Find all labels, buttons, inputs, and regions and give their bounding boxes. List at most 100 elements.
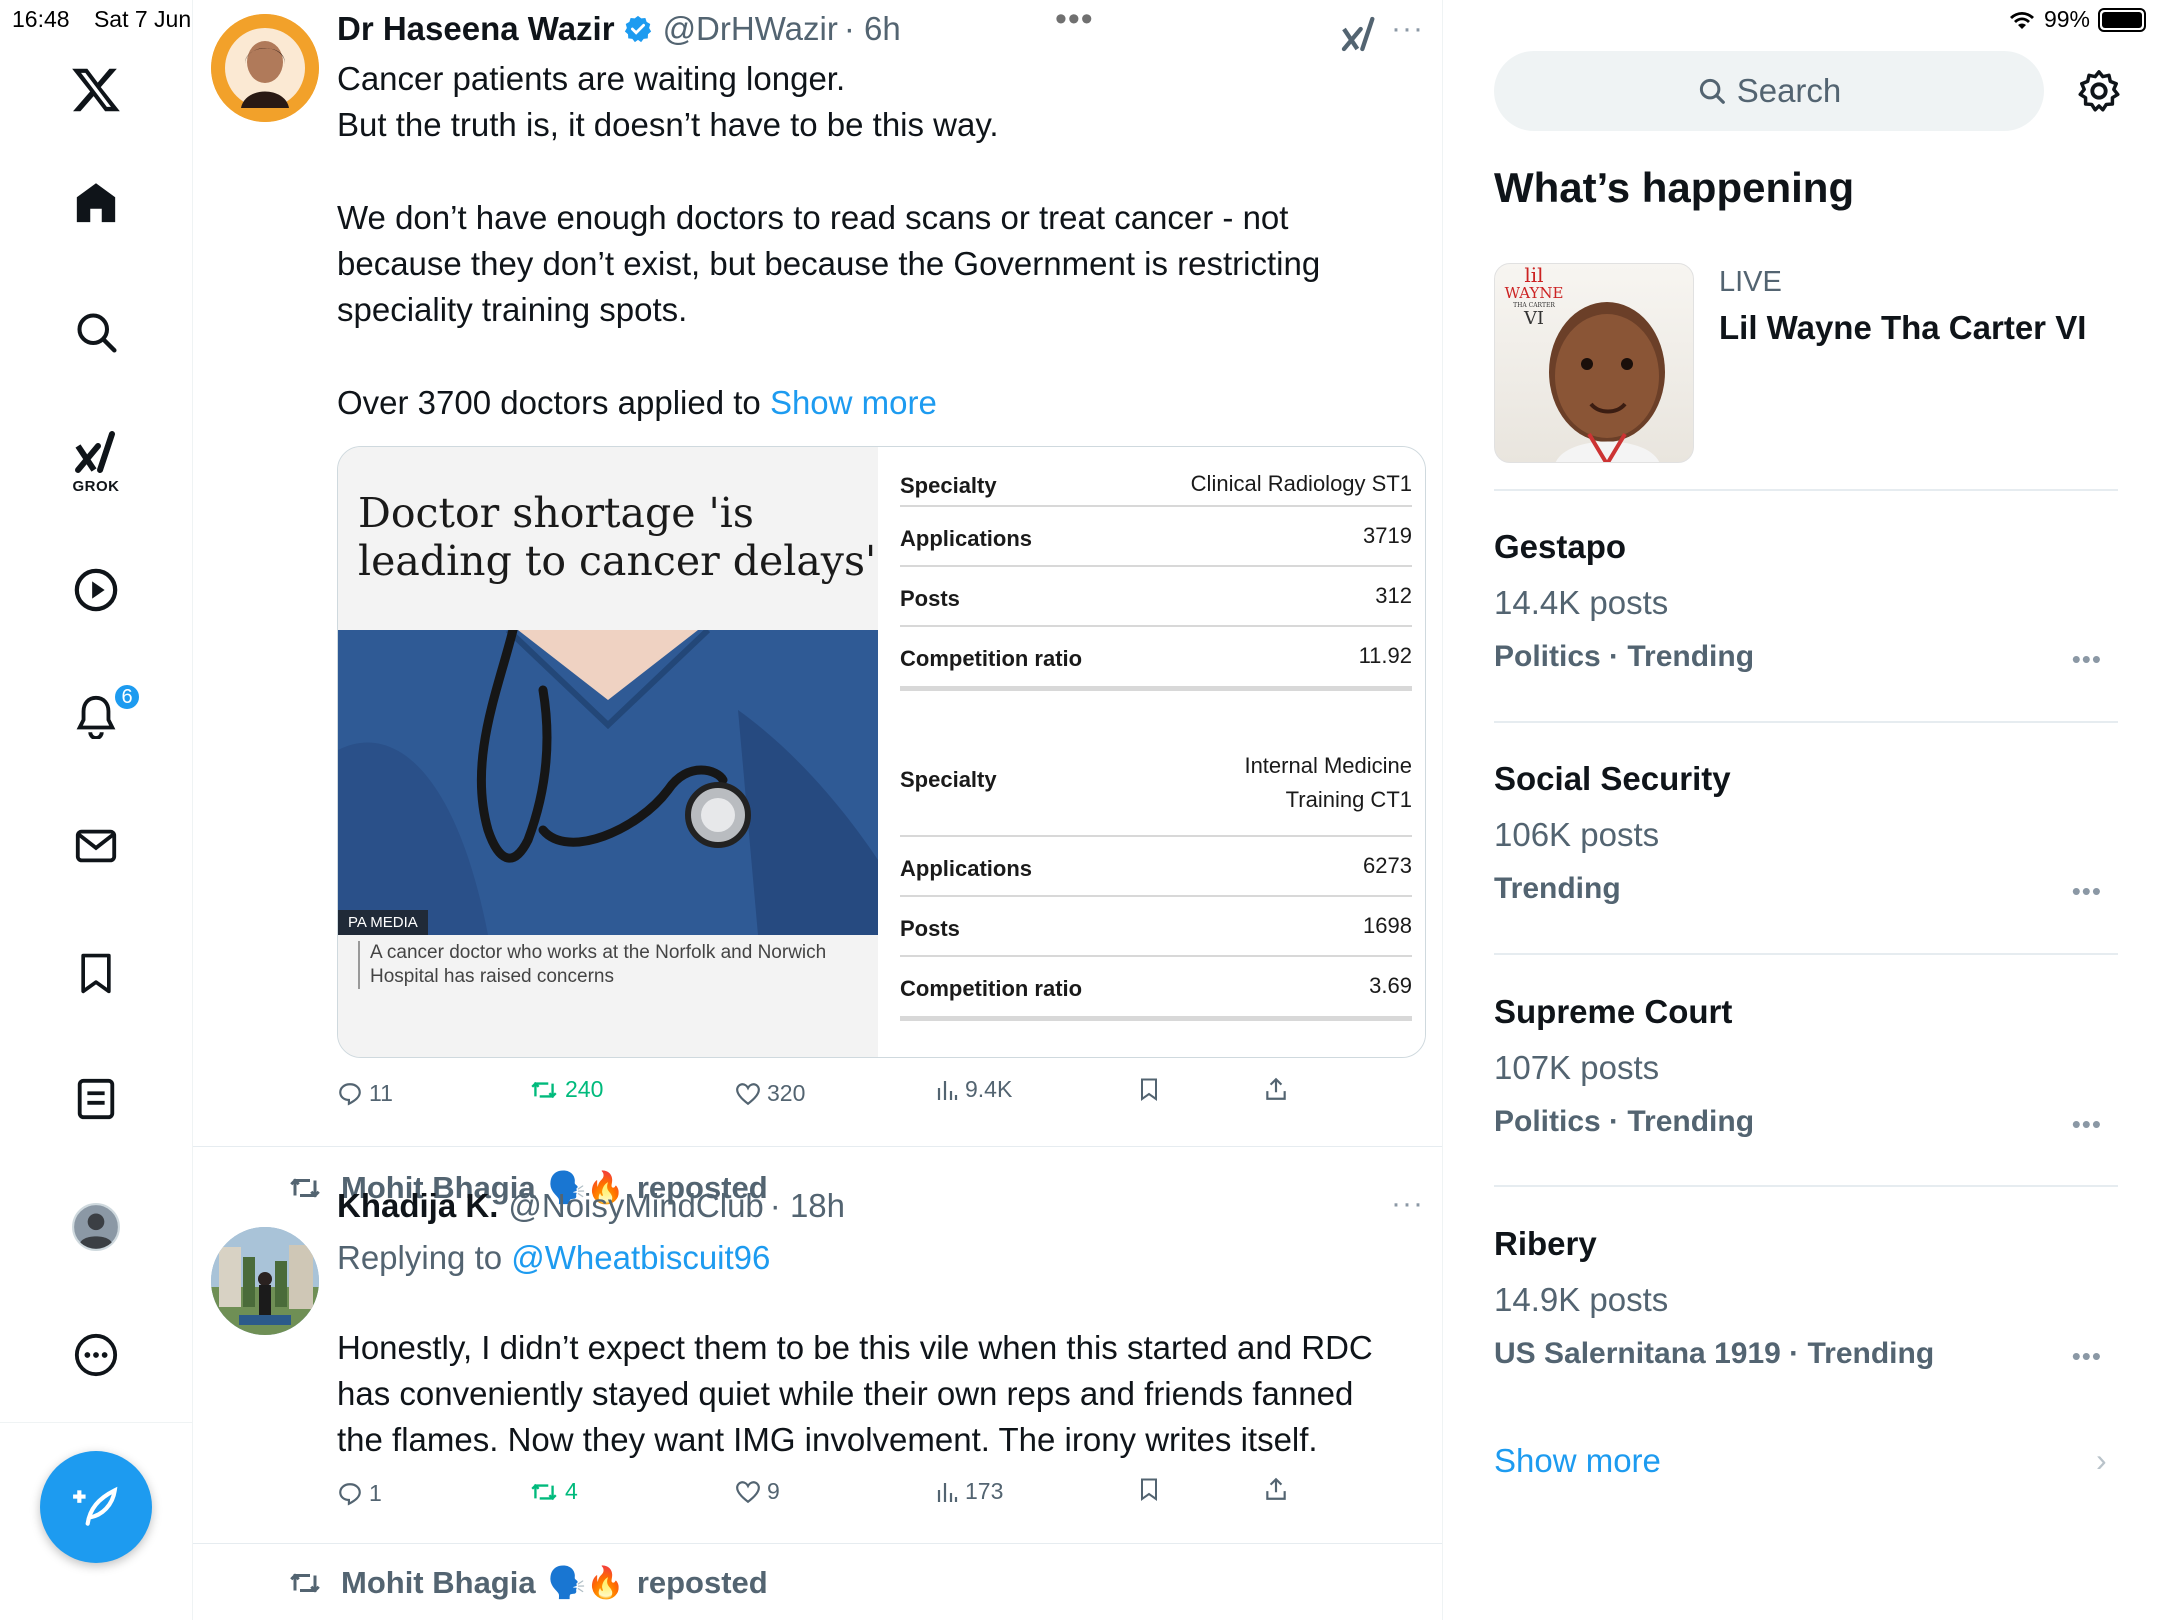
media-card[interactable]: Doctor shortage 'is leading to cancer de… xyxy=(337,446,1426,1058)
author-name[interactable]: Khadija K. xyxy=(337,1187,498,1225)
repost-icon xyxy=(290,1177,320,1198)
article-headline: Doctor shortage 'is leading to cancer de… xyxy=(358,489,877,585)
table1-row-posts: Posts 312 xyxy=(900,567,1412,627)
article-photo: PA MEDIA xyxy=(338,630,878,935)
trend-divider xyxy=(1494,1185,2118,1187)
row-label: Applications xyxy=(900,856,1033,881)
live-thumbnail[interactable]: lil WAYNE THA CARTER VI xyxy=(1494,263,1694,463)
search-icon[interactable] xyxy=(74,310,118,354)
tweet-more-icon[interactable]: ··· xyxy=(1391,1187,1424,1221)
trend-item[interactable]: Gestapo 14.4K posts Politics · Trending … xyxy=(1494,528,2118,688)
trend-more-icon[interactable]: ••• xyxy=(2072,1341,2102,1372)
row-value: 3.69 xyxy=(1369,973,1412,998)
share-button[interactable] xyxy=(1263,1076,1289,1102)
tweet-text-p2: We don’t have enough doctors to read sca… xyxy=(337,199,1321,328)
author-name[interactable]: Dr Haseena Wazir xyxy=(337,10,615,48)
row-value: 312 xyxy=(1375,583,1412,608)
row-label: Posts xyxy=(900,916,960,941)
avatar[interactable] xyxy=(211,1227,319,1335)
trend-more-icon[interactable]: ••• xyxy=(2072,1109,2102,1140)
video-icon[interactable] xyxy=(73,567,119,613)
list-icon[interactable] xyxy=(73,1076,119,1122)
trend-name: Supreme Court xyxy=(1494,993,1733,1030)
search-icon xyxy=(1699,78,1725,104)
grok-icon[interactable]: GROK xyxy=(72,428,120,495)
trend-more-icon[interactable]: ••• xyxy=(2072,876,2102,907)
notifications-badge: 6 xyxy=(113,683,141,711)
like-count: 9 xyxy=(767,1478,780,1504)
avatar[interactable] xyxy=(211,14,319,122)
share-button[interactable] xyxy=(1263,1476,1289,1502)
baby-photo xyxy=(1549,302,1665,462)
trend-category: US Salernitana 1919 · Trending xyxy=(1494,1337,1935,1370)
show-more-link[interactable]: Show more xyxy=(770,384,937,421)
trend-count: 106K posts xyxy=(1494,816,1660,853)
repost-button[interactable]: 4 xyxy=(529,1478,578,1505)
heart-icon xyxy=(736,1480,760,1503)
reposter-name[interactable]: Mohit Bhagia xyxy=(341,1565,536,1601)
trend-item[interactable]: Social Security 106K posts Trending ••• xyxy=(1494,760,2118,920)
replying-to-handle[interactable]: @Wheatbiscuit96 xyxy=(511,1239,770,1276)
reply-button[interactable]: 11 xyxy=(337,1080,393,1107)
trend-item[interactable]: Supreme Court 107K posts Politics · Tren… xyxy=(1494,993,2118,1153)
bookmark-button[interactable] xyxy=(1137,1476,1161,1502)
reply-button[interactable]: 1 xyxy=(337,1480,382,1507)
like-button[interactable]: 320 xyxy=(735,1080,805,1107)
grok-label: GROK xyxy=(72,478,120,495)
repost-count: 4 xyxy=(565,1478,578,1504)
tweet-header: Dr Haseena Wazir @DrHWazir · 6h xyxy=(337,10,901,48)
table1-row-applications: Applications 3719 xyxy=(900,507,1412,567)
views-count: 9.4K xyxy=(965,1076,1013,1102)
table1-row-ratio: Competition ratio 11.92 xyxy=(900,627,1412,691)
reposted-label: reposted xyxy=(636,1564,768,1600)
row-label: Specialty xyxy=(900,767,997,792)
trend-name: Ribery xyxy=(1494,1225,1597,1262)
gear-icon xyxy=(2078,70,2120,112)
settings-button[interactable] xyxy=(2076,68,2122,119)
views-button[interactable]: 173 xyxy=(935,1478,1003,1505)
heart-icon xyxy=(736,1082,760,1105)
grok-icon[interactable] xyxy=(1339,14,1379,54)
more-icon[interactable] xyxy=(73,1332,119,1378)
compose-button[interactable] xyxy=(40,1451,152,1563)
handle-dots-icon: ••• xyxy=(1055,0,1094,38)
battery-percent: 99% xyxy=(2043,6,2090,32)
tweet-time[interactable]: · 18h xyxy=(770,1187,845,1225)
like-button[interactable]: 9 xyxy=(735,1478,780,1505)
left-nav: GROK 6 xyxy=(0,0,193,1620)
home-icon[interactable] xyxy=(73,180,119,226)
tweet-time[interactable]: · 6h xyxy=(844,10,901,48)
tweet-khadija[interactable]: Mohit Bhagia 🗣️🔥 reposted Khadija K. @No… xyxy=(193,1147,1442,1542)
replying-to: Replying to @Wheatbiscuit96 xyxy=(337,1235,1397,1281)
author-handle[interactable]: @DrHWazir xyxy=(663,10,838,48)
compose-icon xyxy=(73,1486,118,1526)
tweet-haseena[interactable]: Dr Haseena Wazir @DrHWazir · 6h ••• ··· … xyxy=(193,0,1442,1147)
row-value: Clinical Radiology ST1 xyxy=(1190,471,1412,496)
bookmark-button[interactable] xyxy=(1137,1076,1161,1102)
live-title[interactable]: Lil Wayne Tha Carter VI xyxy=(1719,309,2086,347)
status-bar-right: 99% xyxy=(2008,6,2146,33)
show-more-link[interactable]: Show more xyxy=(1494,1442,1661,1480)
reply-count: 1 xyxy=(369,1480,382,1506)
wifi-icon xyxy=(2009,11,2034,29)
trend-item[interactable]: Ribery 14.9K posts US Salernitana 1919 ·… xyxy=(1494,1225,2118,1385)
profile-icon[interactable] xyxy=(71,1202,121,1252)
author-handle[interactable]: @NoisyMindClub xyxy=(508,1187,763,1225)
tweet-partial[interactable]: Mohit Bhagia 🗣️🔥 reposted xyxy=(193,1544,1442,1620)
bookmark-icon[interactable] xyxy=(74,951,118,995)
search-input[interactable]: Search xyxy=(1494,51,2044,131)
mail-icon[interactable] xyxy=(73,823,119,869)
table2-row-ratio: Competition ratio 3.69 xyxy=(900,957,1412,1021)
notifications-icon[interactable]: 6 xyxy=(73,683,141,739)
row-value: 6273 xyxy=(1363,853,1412,878)
battery-icon xyxy=(2098,7,2146,32)
tweet-more-icon[interactable]: ··· xyxy=(1391,12,1424,46)
repost-button[interactable]: 240 xyxy=(529,1076,603,1103)
x-logo-icon[interactable] xyxy=(70,64,122,116)
row-label: Competition ratio xyxy=(900,976,1083,1001)
chevron-right-icon[interactable]: › xyxy=(2096,1442,2107,1479)
views-button[interactable]: 9.4K xyxy=(935,1076,1012,1103)
trend-divider xyxy=(1494,489,2118,491)
tweet-text-p3-body: Over 3700 doctors applied to xyxy=(337,384,770,421)
trend-more-icon[interactable]: ••• xyxy=(2072,644,2102,675)
